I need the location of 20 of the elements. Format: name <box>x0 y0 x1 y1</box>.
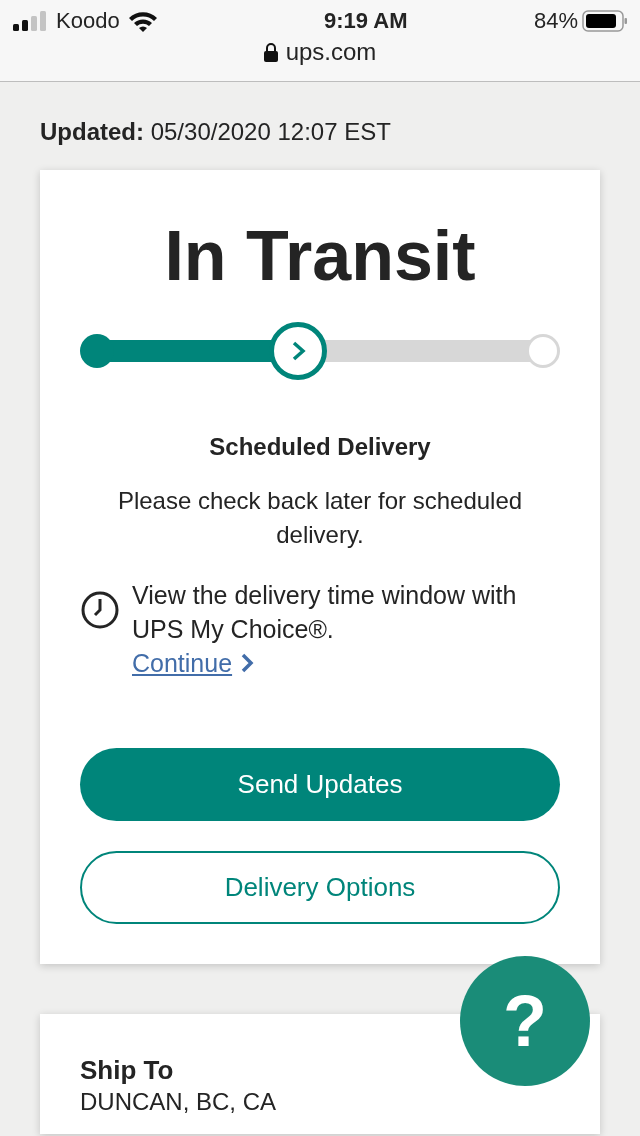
lock-icon <box>263 42 278 62</box>
chevron-icon <box>240 653 255 673</box>
updated-timestamp: Updated: 05/30/2020 12:07 EST <box>40 118 392 146</box>
wifi-icon <box>127 10 158 32</box>
continue-link[interactable]: Continue <box>132 646 255 680</box>
clock-time: 9:19 AM <box>324 10 408 32</box>
signal-icon <box>12 11 48 31</box>
ship-to-heading: Ship To <box>80 1054 175 1086</box>
carrier-name: Koodo <box>56 10 120 32</box>
delivery-message: Please check back later for scheduled delivery. <box>116 486 524 550</box>
status-title: In Transit <box>163 216 477 297</box>
ship-to-address: DUNCAN, BC, CA <box>80 1088 278 1116</box>
notice-text: View the delivery time window with UPS My Choice®. <box>132 580 518 645</box>
delivery-options-button[interactable]: Delivery Options <box>80 851 560 924</box>
delivery-heading: Scheduled Delivery <box>208 432 432 462</box>
clock-icon <box>80 590 120 630</box>
url-text[interactable]: ups.com <box>285 40 377 64</box>
battery-percent: 84% <box>533 10 578 32</box>
battery-icon <box>582 10 628 32</box>
send-updates-button[interactable]: Send Updates <box>80 748 560 821</box>
